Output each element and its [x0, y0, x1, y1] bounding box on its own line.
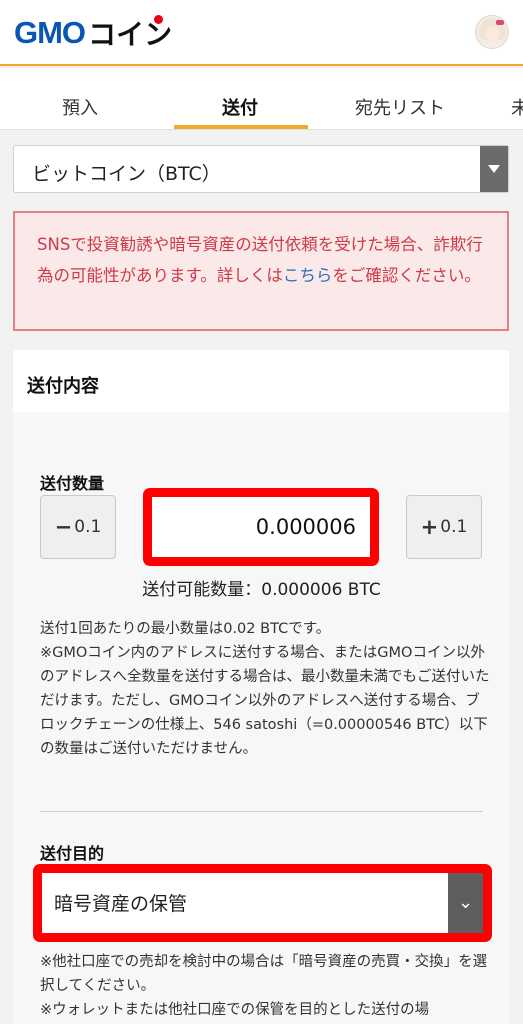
warning-text-after: をご確認ください。: [332, 266, 481, 285]
quantity-input[interactable]: [152, 497, 370, 557]
purpose-select[interactable]: 暗号資産の保管 ⌄: [42, 873, 483, 933]
user-avatar-icon[interactable]: [475, 15, 509, 49]
caret-down-icon[interactable]: [480, 146, 508, 192]
purpose-note: ※他社口座での売却を検討中の場合は「暗号資産の売買・交換」を選択してください。 …: [40, 954, 488, 1018]
minimum-quantity-note: 送付1回あたりの最小数量は0.02 BTCです。 ※GMOコイン内のアドレスに送…: [40, 621, 490, 757]
quantity-label: 送付数量: [40, 474, 105, 493]
section-divider: [40, 811, 483, 812]
available-quantity: 送付可能数量：0.000006 BTC: [142, 580, 381, 600]
tab-deposit[interactable]: 預入: [62, 94, 98, 120]
logo-dot: [154, 15, 164, 24]
send-content-card-header: 送付内容: [13, 350, 509, 412]
increment-label: 0.1: [440, 517, 468, 537]
purpose-select-value: 暗号資産の保管: [54, 893, 188, 915]
purpose-highlight: 暗号資産の保管 ⌄: [33, 864, 492, 942]
send-content-title: 送付内容: [27, 376, 99, 397]
tab-send[interactable]: 送付: [222, 94, 258, 120]
quantity-highlight: [143, 488, 379, 566]
warning-details-link[interactable]: こちら: [283, 266, 333, 285]
coin-select-value: ビットコイン（BTC）: [32, 163, 221, 185]
app-header: GMO コイン: [0, 0, 523, 66]
tab-bar: 預入 送付 宛先リスト 未: [0, 68, 523, 130]
chevron-down-icon[interactable]: ⌄: [448, 873, 483, 933]
coin-select[interactable]: ビットコイン（BTC）: [13, 145, 509, 193]
logo-coin-text: コイン: [88, 13, 172, 53]
increment-button[interactable]: +0.1: [406, 495, 482, 559]
plus-icon: +: [420, 515, 439, 539]
gmo-coin-logo[interactable]: GMO コイン: [14, 13, 172, 53]
decrement-button[interactable]: −0.1: [40, 495, 116, 559]
fraud-warning-box: SNSで投資勧誘や暗号資産の送付依頼を受けた場合、詐欺行為の可能性があります。詳…: [13, 211, 509, 331]
minus-icon: −: [54, 515, 73, 539]
tab-more[interactable]: 未: [511, 94, 523, 120]
tab-address-list[interactable]: 宛先リスト: [355, 94, 445, 120]
logo-gmo-text: GMO: [14, 15, 86, 50]
purpose-label: 送付目的: [40, 844, 105, 863]
active-tab-indicator: [174, 125, 308, 129]
decrement-label: 0.1: [74, 517, 102, 537]
